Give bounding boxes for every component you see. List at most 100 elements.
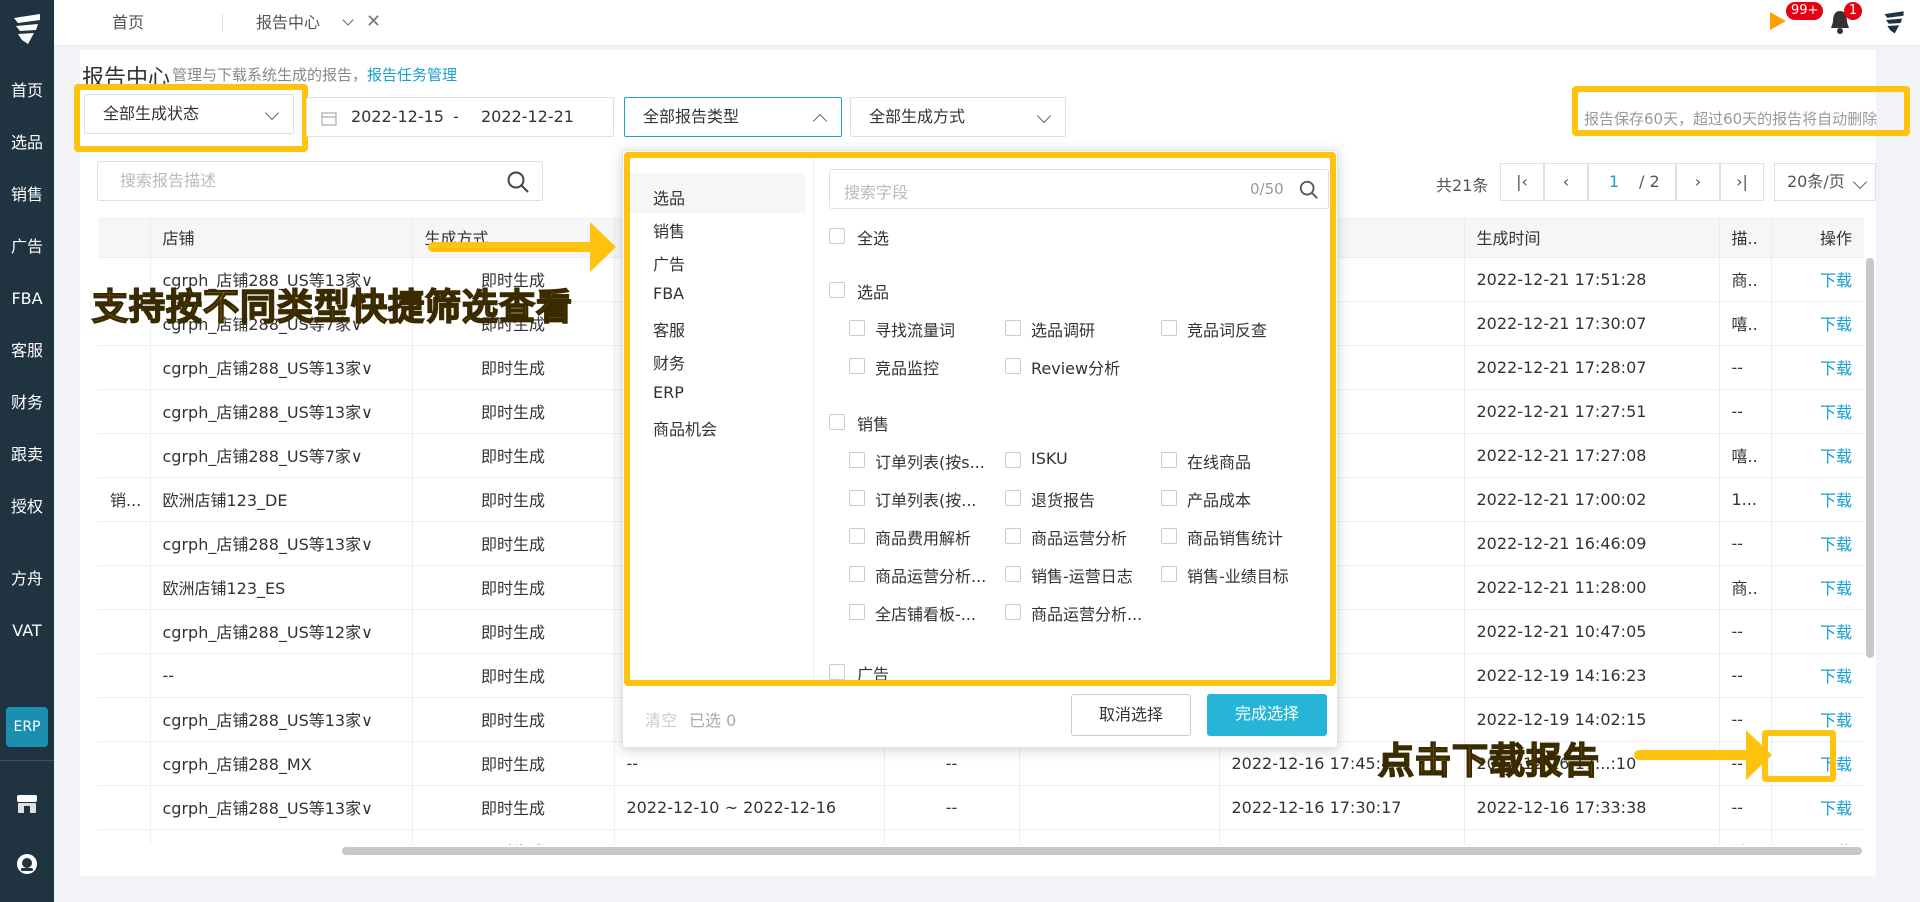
tab-chevron-down-icon[interactable] [342,14,354,26]
table-cell [1019,829,1220,845]
tab-close-icon[interactable]: ✕ [366,11,381,32]
table-cell: -- [884,785,1020,830]
tab-home[interactable]: 首页 [112,0,144,46]
report-type-select[interactable]: 全部报告类型 [624,97,842,137]
table-cell: 商.. [1719,565,1772,610]
clear-button[interactable]: 清空 [645,707,677,731]
table-cell [98,741,151,786]
table-cell: -- [150,829,413,845]
table-cell: 即时生成 [412,653,615,698]
sidebar-item[interactable]: 授权 [0,492,54,522]
table-cell: 2022-12-21 11:28:00 [1464,565,1720,610]
table-cell: 即时生成 [412,521,615,566]
selected-count: 已选 0 [689,711,737,730]
table-cell: -- [1719,389,1772,434]
store-icon[interactable] [15,793,39,815]
support-icon[interactable] [15,852,39,876]
column-header: 店铺 [150,217,413,258]
sidebar-divider [0,760,54,761]
table-cell [98,565,151,610]
highlight-box [1762,730,1836,782]
vertical-scrollbar[interactable] [1866,258,1874,658]
search-icon[interactable] [506,170,530,194]
table-cell: cgrph_店铺288_US等13家∨ [150,345,413,390]
messages-badge: 99+ [1786,2,1824,20]
table-cell: 嘻.. [1719,301,1772,346]
sidebar-item-erp[interactable]: ERP [6,707,48,747]
table-cell: 2022-12-16 17:30:17 [1219,785,1465,830]
tab-report-center[interactable]: 报告中心 [256,0,320,46]
table-row: --即时生成----2022-12-16 16:14:302022-12-16 … [98,829,1864,845]
method-filter-select[interactable]: 全部生成方式 [850,97,1066,137]
arrow-shaft [428,242,598,252]
table-cell: cgrph_店铺288_US等13家∨ [150,521,413,566]
app-logo-icon[interactable] [8,10,46,50]
highlight-box [624,152,1336,686]
download-link[interactable]: 下载 [1771,829,1864,845]
next-page-button[interactable]: › [1676,163,1720,201]
table-cell [98,785,151,830]
cancel-button[interactable]: 取消选择 [1071,694,1191,736]
download-link[interactable]: 下载 [1771,433,1864,478]
table-cell: 欧洲店铺123_ES [150,565,413,610]
sidebar-item[interactable]: FBA [0,284,54,314]
table-cell: 即时生成 [412,433,615,478]
download-link[interactable]: 下载 [1771,653,1864,698]
download-link[interactable]: 下载 [1771,301,1864,346]
user-avatar[interactable] [1880,8,1908,38]
sidebar-item[interactable]: 跟卖 [0,440,54,470]
download-link[interactable]: 下载 [1771,257,1864,302]
chevron-up-icon [812,113,828,129]
chevron-down-icon [1852,174,1868,190]
page-input[interactable]: 1/ 2 [1588,163,1676,201]
download-link[interactable]: 下载 [1771,609,1864,654]
sidebar-item[interactable]: 首页 [0,76,54,106]
sidebar: 首页选品销售广告 FBA 客服财务跟卖授权方舟 VAT ERP [0,0,54,902]
table-cell: 嘻.. [1719,433,1772,478]
tab-divider [222,14,223,32]
sidebar-item[interactable]: 客服 [0,336,54,366]
report-task-link[interactable]: 报告任务管理 [367,66,457,84]
table-cell: 关 [1719,829,1772,845]
flag-icon[interactable] [1768,10,1788,34]
download-link[interactable]: 下载 [1771,477,1864,522]
download-link[interactable]: 下载 [1771,389,1864,434]
table-cell [1019,785,1220,830]
download-link[interactable]: 下载 [1771,345,1864,390]
table-cell: 即时生成 [412,477,615,522]
download-link[interactable]: 下载 [1771,565,1864,610]
table-cell [98,389,151,434]
confirm-button[interactable]: 完成选择 [1207,694,1327,736]
table-cell: 2022-12-21 10:47:05 [1464,609,1720,654]
table-cell: 即时生成 [412,829,615,845]
column-header [98,217,151,258]
first-page-button[interactable]: |‹ [1500,163,1544,201]
table-cell: 2022-12-21 17:28:07 [1464,345,1720,390]
table-cell: -- [150,653,413,698]
search-input[interactable]: 搜索报告描述 [97,161,543,201]
sidebar-item[interactable]: 销售 [0,180,54,210]
table-cell: 即时生成 [412,345,615,390]
table-cell [98,609,151,654]
sidebar-item[interactable]: 选品 [0,128,54,158]
table-cell: 2022-12-16 16:16:11 [1464,829,1720,845]
page-size-select[interactable]: 20条/页 [1774,163,1876,201]
date-range-picker[interactable]: 2022-12-15 - 2022-12-21 [306,97,614,137]
download-link[interactable]: 下载 [1771,521,1864,566]
sidebar-item[interactable]: 方舟 [0,564,54,594]
download-link[interactable]: 下载 [1771,785,1864,830]
sidebar-item[interactable]: 广告 [0,232,54,262]
table-cell: -- [1719,609,1772,654]
date-to: 2022-12-21 [481,107,574,126]
arrow-shaft [1634,750,1754,760]
sidebar-item[interactable]: VAT [0,616,54,646]
table-cell: cgrph_店铺288_US等13家∨ [150,697,413,742]
arrow-right-icon [590,222,616,272]
horizontal-scrollbar[interactable] [342,847,1862,855]
prev-page-button[interactable]: ‹ [1544,163,1588,201]
calendar-icon [321,112,337,126]
last-page-button[interactable]: ›| [1720,163,1764,201]
date-separator: - [453,107,459,126]
sidebar-item[interactable]: 财务 [0,388,54,418]
table-cell: cgrph_店铺288_US等7家∨ [150,433,413,478]
